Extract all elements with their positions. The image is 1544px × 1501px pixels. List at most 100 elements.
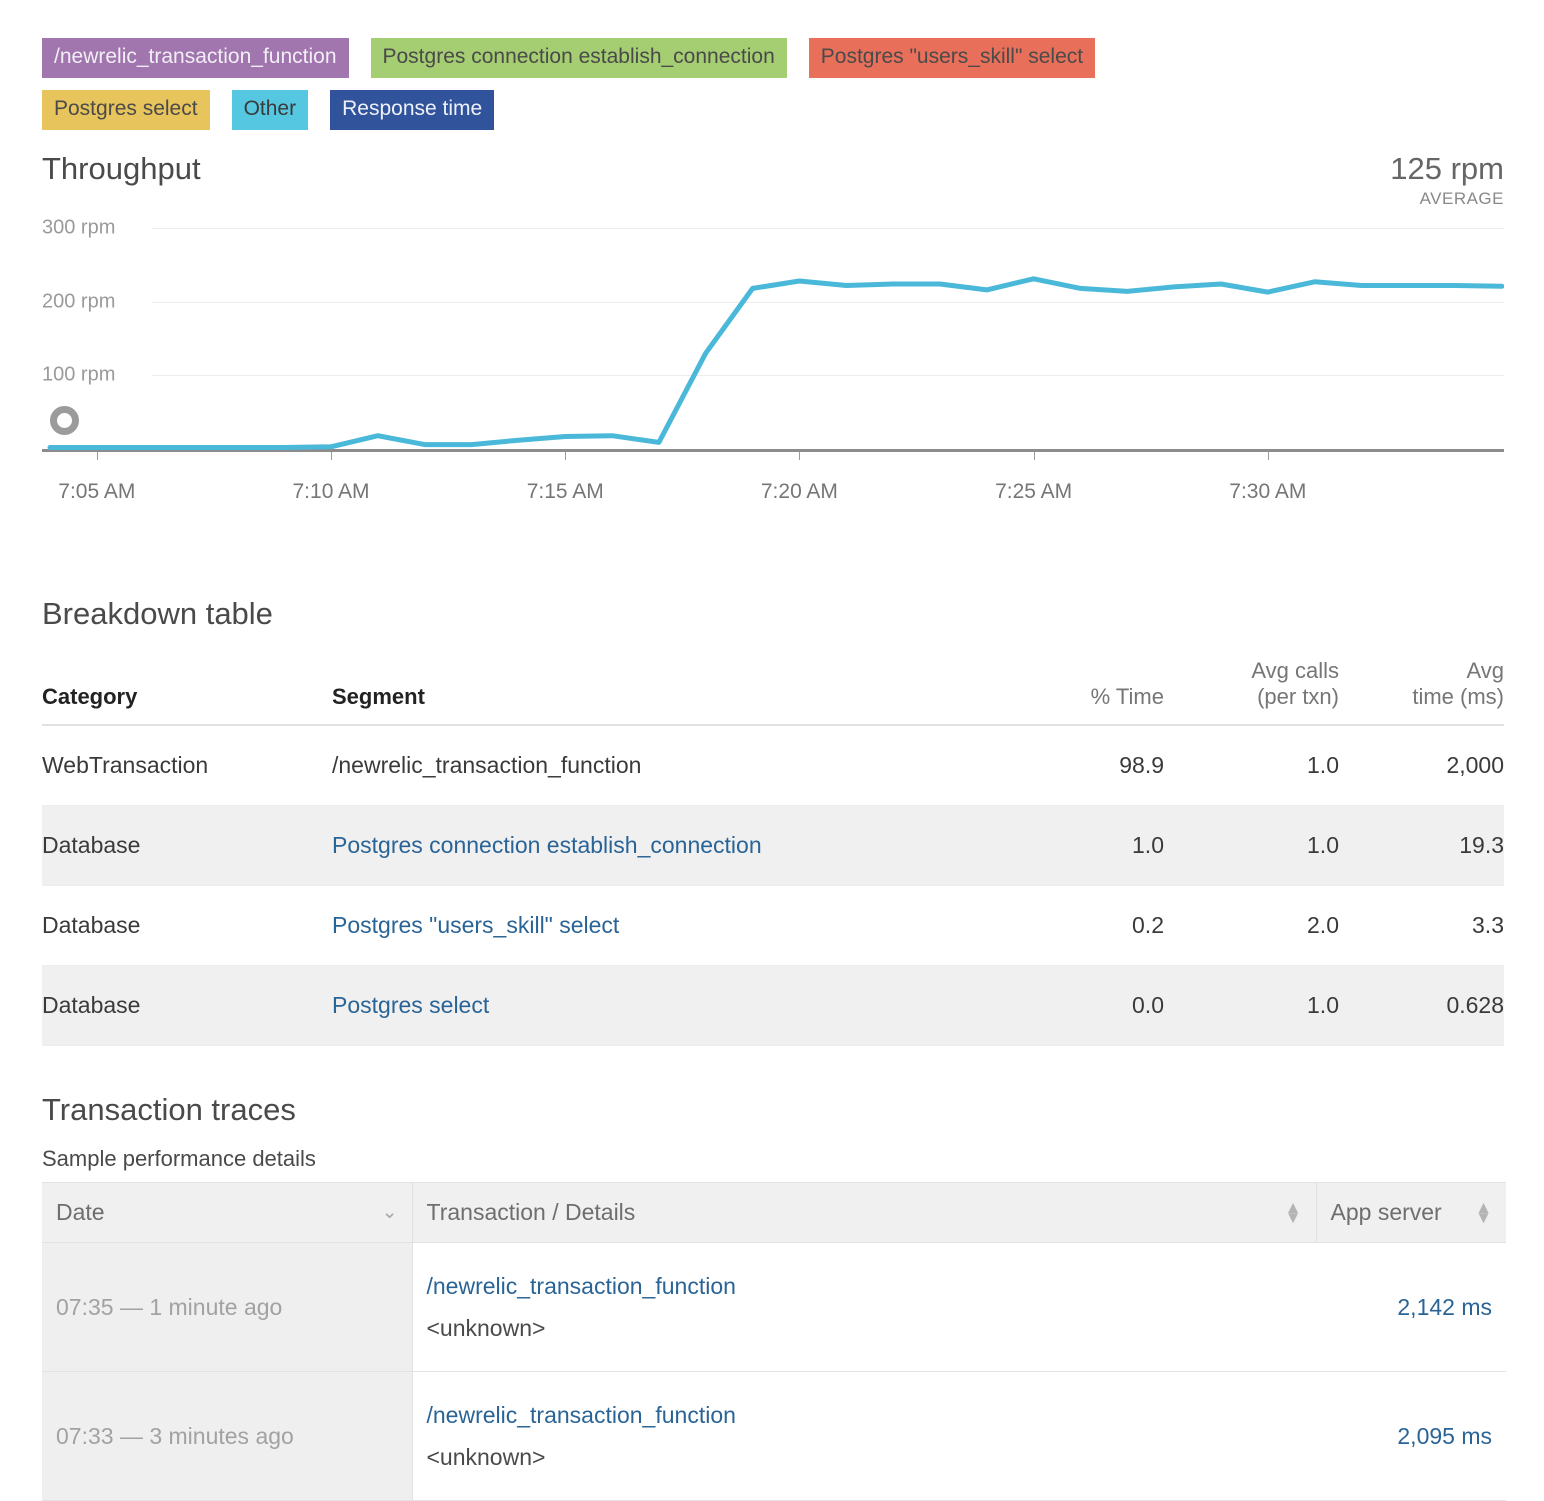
breakdown-col-avg-calls-label1: Avg calls [1251,658,1339,683]
chart-x-axis-label: 7:30 AM [1229,480,1307,503]
sort-updown-icon[interactable]: ▲ ▼ [1475,1199,1492,1226]
chart-x-axis-label: 7:20 AM [760,480,838,503]
traces-col-transaction-label: Transaction / Details [426,1199,636,1225]
breakdown-table-body: WebTransaction/newrelic_transaction_func… [42,725,1504,1046]
chart-x-axis-label: 7:15 AM [526,480,604,503]
breakdown-col-segment-label: Segment [332,684,425,709]
table-row: Database Postgres "users_skill" select 0.2… [42,885,1504,966]
traces-table-body: 07:35 — 1 minute ago/newrelic_transactio… [42,1242,1506,1501]
breakdown-header-row: Category Segment % Time Avg calls (per t… [42,658,1504,726]
traces-col-app-server-label: App server [1330,1199,1442,1225]
traces-subtitle: Sample performance details [42,1146,316,1171]
legend-chip-response-time[interactable]: Response time [330,90,495,130]
chart-plot-area[interactable]: 100 rpm 200 rpm 300 rpm [42,216,1504,474]
chart-title: Throughput [42,151,201,186]
legend-chip-postgres-connection-establish-connection[interactable]: Postgres connection establish_connection [370,38,787,78]
legend-chip-postgres-select[interactable]: Postgres select [42,90,210,130]
breakdown-cell-segment: /newrelic_transaction_function [332,725,989,806]
table-row[interactable]: 07:35 — 1 minute ago/newrelic_transactio… [42,1242,1506,1372]
breakdown-cell-segment[interactable]: Postgres select [332,965,989,1046]
chevron-down-icon[interactable]: ⌄ [382,1203,398,1222]
trace-cell-transaction[interactable]: /newrelic_transaction_function <unknown> [412,1242,1316,1372]
breakdown-cell-avg-time: 3.3 [1339,885,1504,966]
breakdown-cell-segment[interactable]: Postgres connection establish_connection [332,805,989,886]
chart-y-axis-label: 300 rpm [42,216,124,240]
page-root: /newrelic_transaction_function Postgres … [0,0,1544,1501]
chart-series-line [47,276,1504,450]
segment-link[interactable]: Postgres connection establish_connection [332,832,762,858]
table-row: Database Postgres select 0.0 1.0 0.628 [42,965,1504,1046]
breakdown-cell-category: Database [42,805,332,886]
trace-transaction-link[interactable]: /newrelic_transaction_function [427,1394,1303,1436]
trace-cell-app-server[interactable]: 2,095 ms [1316,1371,1506,1501]
breakdown-col-avg-time: Avg time (ms) [1339,658,1504,726]
breakdown-cell-pct-time: 1.0 [989,805,1164,886]
breakdown-col-pct-time: % Time [989,658,1164,726]
breakdown-cell-pct-time: 0.0 [989,965,1164,1046]
chart-x-axis-label: 7:10 AM [292,480,370,503]
legend-chip-other[interactable]: Other [231,90,309,130]
breakdown-cell-category: Database [42,965,332,1046]
breakdown-cell-pct-time: 98.9 [989,725,1164,806]
segment-link[interactable]: Postgres select [332,992,489,1018]
traces-col-app-server[interactable]: App server ▲ ▼ [1316,1182,1506,1243]
traces-col-transaction[interactable]: Transaction / Details ▲ ▼ [412,1182,1317,1243]
breakdown-cell-avg-time: 19.3 [1339,805,1504,886]
table-row: WebTransaction/newrelic_transaction_func… [42,725,1504,806]
chart-range-handle-icon[interactable] [50,406,79,435]
sort-updown-icon[interactable]: ▲ ▼ [1285,1199,1302,1226]
chart-x-axis-label: 7:05 AM [58,480,136,503]
chart-canvas: 100 rpm 200 rpm 300 rpm [42,216,1504,474]
legend-chip-postgres-users-skill-select[interactable]: Postgres "users_skill" select [808,38,1096,78]
chart-y-axis-label: 200 rpm [42,290,124,314]
legend-chip-newrelic-transaction-function[interactable]: /newrelic_transaction_function [42,38,349,78]
transaction-traces-section: Transaction traces Sample performance de… [42,1092,1506,1501]
segment-link[interactable]: Postgres "users_skill" select [332,912,619,938]
trace-app-server-link[interactable]: 2,142 ms [1397,1294,1492,1320]
chart-metric-label: AVERAGE [1419,189,1504,208]
trace-transaction-link[interactable]: /newrelic_transaction_function [427,1265,1303,1307]
traces-header-row: Date ⌄ Transaction / Details ▲ ▼ App serv… [42,1182,1506,1243]
chart-summary-metric: 125 rpm AVERAGE [1390,150,1504,210]
chart-x-axis-label: 7:25 AM [995,480,1073,503]
breakdown-section: Breakdown table Category Segment % Time [42,596,1504,1046]
traces-table: Date ⌄ Transaction / Details ▲ ▼ App serv… [42,1182,1506,1501]
trace-cell-date: 07:33 — 3 minutes ago [42,1371,413,1501]
chart-header: Throughput 125 rpm AVERAGE [42,150,1504,210]
breakdown-cell-avg-time: 0.628 [1339,965,1504,1046]
traces-col-date[interactable]: Date ⌄ [42,1182,413,1243]
breakdown-col-avg-time-label1: Avg [1466,658,1504,683]
trace-details-text: <unknown> [426,1315,546,1341]
trace-cell-date: 07:35 — 1 minute ago [42,1242,413,1372]
breakdown-cell-avg-calls: 1.0 [1164,965,1339,1046]
traces-col-date-label: Date [56,1199,105,1225]
breakdown-col-pct-time-label2: % Time [1090,684,1164,709]
table-row[interactable]: 07:33 — 3 minutes ago/newrelic_transacti… [42,1371,1506,1501]
table-row: Database Postgres connection establish_co… [42,805,1504,886]
chart-metric-value: 125 rpm [1390,151,1504,186]
breakdown-cell-segment[interactable]: Postgres "users_skill" select [332,885,989,966]
legend-row-1: /newrelic_transaction_function Postgres … [42,38,1504,78]
trace-cell-transaction[interactable]: /newrelic_transaction_function <unknown> [412,1371,1316,1501]
chart-x-axis-labels: 7:05 AM 7:10 AM 7:15 AM 7:20 AM 7:25 AM 7:30 … [42,474,1504,508]
breakdown-col-avg-calls-label2: (per txn) [1257,684,1339,709]
breakdown-cell-category: Database [42,885,332,966]
throughput-chart: Throughput 125 rpm AVERAGE 100 rpm 200 rp… [42,150,1504,508]
breakdown-col-category-label: Category [42,684,138,709]
traces-title: Transaction traces [42,1092,296,1127]
breakdown-cell-avg-calls: 1.0 [1164,725,1339,806]
breakdown-cell-avg-time: 2,000 [1339,725,1504,806]
trace-app-server-link[interactable]: 2,095 ms [1397,1423,1492,1449]
trace-cell-app-server[interactable]: 2,142 ms [1316,1242,1506,1372]
legend-row-2: Postgres select Other Response time [42,90,1504,130]
breakdown-cell-pct-time: 0.2 [989,885,1164,966]
chart-legend: /newrelic_transaction_function Postgres … [42,0,1504,130]
breakdown-col-segment: Segment [332,658,989,726]
trace-details-text: <unknown> [426,1444,546,1470]
breakdown-table: Category Segment % Time Avg calls (per t… [42,658,1504,1046]
breakdown-col-avg-time-label2: time (ms) [1412,684,1504,709]
chart-y-axis-label: 100 rpm [42,363,124,387]
breakdown-col-avg-calls: Avg calls (per txn) [1164,658,1339,726]
breakdown-cell-avg-calls: 2.0 [1164,885,1339,966]
breakdown-title: Breakdown table [42,596,273,631]
